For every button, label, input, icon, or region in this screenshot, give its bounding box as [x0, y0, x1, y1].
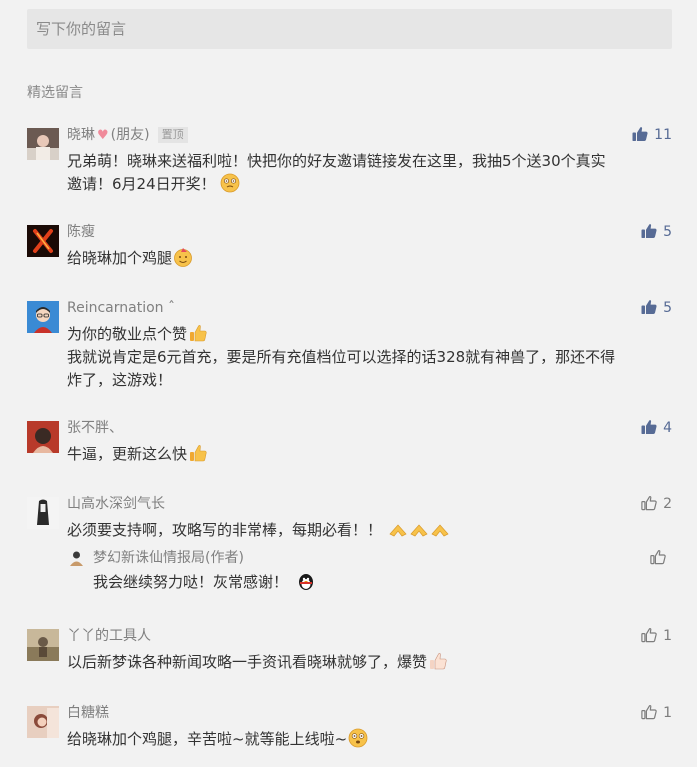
comment-text-line: 牛逼，更新这么快 — [67, 445, 188, 463]
like-count: 11 — [654, 127, 672, 143]
comment-text-line: 给晓琳加个鸡腿，辛苦啦~就等能上线啦~ — [67, 730, 348, 748]
comment-header: 陈瘦 — [67, 222, 95, 242]
comment-header: 白糖糕 — [67, 703, 109, 723]
like-button[interactable]: 4 — [641, 418, 672, 438]
thumbs-up-filled-icon — [641, 419, 657, 435]
like-button[interactable]: 5 — [641, 298, 672, 318]
thumbs-up-filled-icon — [641, 223, 657, 239]
comment-header: 丫丫的工具人 — [67, 626, 151, 646]
friend-tag: (朋友) — [110, 127, 150, 143]
comment-text: 给晓琳加个鸡腿，辛苦啦~就等能上线啦~ — [67, 728, 672, 751]
like-button[interactable]: 1 — [641, 626, 672, 646]
comment-text: 必须要支持啊，攻略写的非常棒，每期必看！！ — [67, 519, 672, 542]
like-count: 1 — [663, 628, 672, 644]
flushed-face-emoji-icon — [348, 728, 368, 748]
comment-text-line: 兄弟萌！晓琳来送福利啦！快把你的好友邀请链接发在这里，我抽5个送30个真实 — [67, 152, 606, 170]
pray-hands-emoji-icon — [430, 519, 450, 539]
thumbs-up-filled-icon — [641, 299, 657, 315]
thumbs-up-outline-icon — [650, 549, 666, 565]
commenter-name[interactable]: 白糖糕 — [67, 705, 109, 721]
like-button[interactable]: 1 — [641, 703, 672, 723]
section-title: 精选留言 — [27, 85, 83, 101]
party-face-emoji-icon — [173, 247, 193, 267]
comment-text-line: 必须要支持啊，攻略写的非常棒，每期必看！！ — [67, 521, 383, 539]
like-button[interactable]: 11 — [632, 125, 672, 145]
comment-text-line: 炸了，这游戏！ — [67, 371, 173, 389]
like-count: 1 — [663, 705, 672, 721]
avatar[interactable] — [27, 421, 59, 453]
commenter-name[interactable]: 丫丫的工具人 — [67, 628, 151, 644]
comment-text: 给晓琳加个鸡腿 — [67, 247, 672, 270]
comment-text-line: 给晓琳加个鸡腿 — [67, 249, 173, 267]
comment-header: 晓琳 ♥ (朋友) 置顶 — [67, 125, 188, 145]
like-button[interactable] — [650, 548, 672, 568]
comment-text-line: 我就说肯定是6元首充，要是所有充值档位可以选择的话328就有神兽了，那还不得 — [67, 348, 616, 366]
avatar[interactable] — [27, 497, 59, 529]
like-button[interactable]: 2 — [641, 494, 672, 514]
penguin-emoji-icon — [296, 571, 316, 591]
like-button[interactable]: 5 — [641, 222, 672, 242]
comment-header: 张不胖、 — [67, 418, 123, 438]
comment-text: 以后新梦诛各种新闻攻略一手资讯看晓琳就够了，爆赞 — [67, 651, 672, 674]
comment-text-line: 以后新梦诛各种新闻攻略一手资讯看晓琳就够了，爆赞 — [67, 653, 428, 671]
thumbs-up-filled-icon — [632, 126, 648, 142]
avatar[interactable] — [27, 706, 59, 738]
comment-header: 山高水深剑气长 — [67, 494, 165, 514]
comment-text: 为你的敬业点个赞 我就说肯定是6元首充，要是所有充值档位可以选择的话328就有神… — [67, 323, 672, 392]
thumbs-up-emoji-icon — [428, 651, 448, 671]
avatar[interactable] — [27, 128, 59, 160]
author-name[interactable]: 梦幻新诛仙情报局(作者) — [93, 548, 244, 568]
avatar[interactable] — [27, 301, 59, 333]
comment-header: Reincarnation ˆ — [67, 298, 175, 318]
reply-text-line: 我会继续努力哒！灰常感谢！ — [93, 573, 289, 591]
comment-text-line: 为你的敬业点个赞 — [67, 325, 188, 343]
avatar[interactable] — [27, 629, 59, 661]
heart-icon: ♥ — [97, 128, 109, 143]
like-count: 2 — [663, 496, 672, 512]
thumbs-up-emoji-icon — [188, 323, 208, 343]
reply-text: 我会继续努力哒！灰常感谢！ — [93, 571, 316, 594]
dizzy-face-emoji-icon — [220, 173, 240, 193]
commenter-name[interactable]: Reincarnation ˆ — [67, 300, 175, 316]
like-count: 5 — [663, 224, 672, 240]
comment-text-line: 邀请！6月24日开奖！ — [67, 175, 216, 193]
author-avatar[interactable] — [67, 549, 86, 568]
comment-text: 兄弟萌！晓琳来送福利啦！快把你的好友邀请链接发在这里，我抽5个送30个真实 邀请… — [67, 150, 672, 196]
commenter-name[interactable]: 山高水深剑气长 — [67, 496, 165, 512]
pinned-badge: 置顶 — [157, 127, 188, 143]
thumbs-up-emoji-icon — [188, 443, 208, 463]
like-count: 5 — [663, 300, 672, 316]
write-comment-input[interactable]: 写下你的留言 — [27, 9, 672, 49]
comment-text: 牛逼，更新这么快 — [67, 443, 672, 466]
thumbs-up-outline-icon — [641, 704, 657, 720]
pray-hands-emoji-icon — [388, 519, 408, 539]
like-count: 4 — [663, 420, 672, 436]
pray-hands-emoji-icon — [409, 519, 429, 539]
commenter-name[interactable]: 张不胖、 — [67, 420, 123, 436]
thumbs-up-outline-icon — [641, 627, 657, 643]
commenter-name[interactable]: 陈瘦 — [67, 224, 95, 240]
commenter-name[interactable]: 晓琳 — [67, 127, 95, 143]
thumbs-up-outline-icon — [641, 495, 657, 511]
avatar[interactable] — [27, 225, 59, 257]
